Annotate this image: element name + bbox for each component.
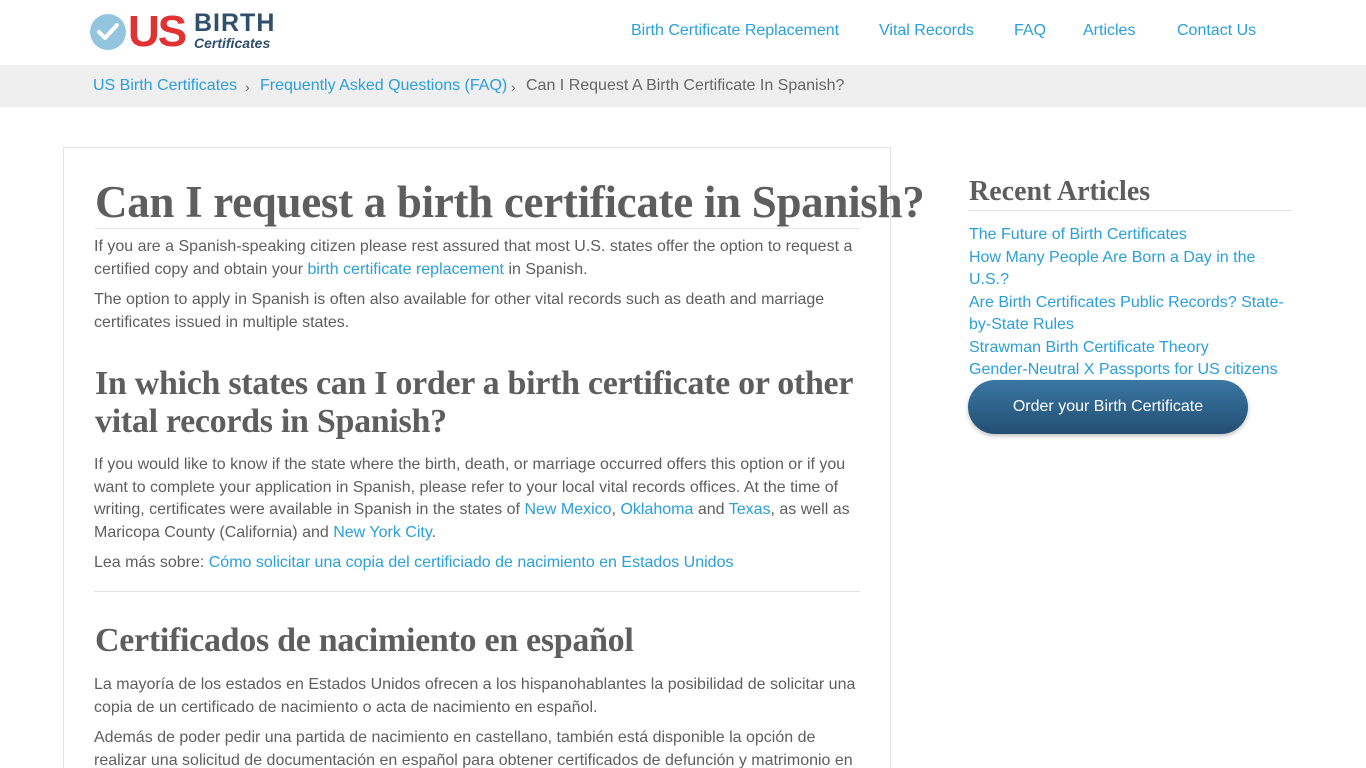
nav-articles[interactable]: Articles (1083, 21, 1135, 41)
nav-birth-certificate-replacement[interactable]: Birth Certificate Replacement (631, 21, 839, 41)
text: Lea más sobre: (94, 554, 209, 571)
page-title: Can I request a birth certificate in Spa… (95, 177, 925, 227)
recent-article-link[interactable]: Gender-Neutral X Passports for US citize… (969, 359, 1299, 382)
recent-article-link[interactable]: Strawman Birth Certificate Theory (969, 337, 1299, 360)
article-paragraph: La mayoría de los estados en Estados Uni… (94, 676, 856, 716)
text: . (431, 523, 437, 541)
recent-articles-list: The Future of Birth Certificates How Man… (969, 224, 1299, 382)
site-header: US BIRTH Certificates Birth Certificate … (0, 0, 1366, 65)
texas-link[interactable]: Texas (729, 501, 771, 518)
article-paragraph: If you would like to know if the state w… (94, 454, 864, 544)
order-birth-certificate-button[interactable]: Order your Birth Certificate (968, 380, 1248, 434)
recent-articles-title: Recent Articles (969, 176, 1151, 207)
sidebar-divider (969, 210, 1292, 211)
text: and (693, 501, 729, 518)
text: in Spanish. (504, 260, 588, 278)
breadcrumb-separator: › (511, 79, 516, 95)
breadcrumb: US Birth Certificates › Frequently Asked… (0, 65, 1366, 107)
section-heading-spanish: Certificados de nacimiento en español (95, 622, 634, 659)
new-york-city-link[interactable]: New York City (333, 524, 431, 541)
breadcrumb-faq[interactable]: Frequently Asked Questions (FAQ) (260, 76, 507, 96)
title-divider (95, 228, 860, 229)
nav-vital-records[interactable]: Vital Records (879, 21, 974, 41)
nav-contact-us[interactable]: Contact Us (1177, 21, 1256, 41)
section-heading-states: In which states can I order a birth cert… (95, 365, 853, 440)
article-paragraph: The option to apply in Spanish is often … (94, 291, 825, 331)
article-paragraph: If you are a Spanish-speaking citizen pl… (94, 236, 864, 281)
new-mexico-link[interactable]: New Mexico (524, 501, 611, 518)
birth-certificate-replacement-link[interactable]: birth certificate replacement (307, 261, 504, 278)
section-divider (94, 591, 860, 592)
oklahoma-link[interactable]: Oklahoma (620, 501, 693, 518)
nav-faq[interactable]: FAQ (1014, 21, 1046, 41)
recent-article-link[interactable]: Are Birth Certificates Public Records? S… (969, 292, 1284, 337)
recent-article-link[interactable]: How Many People Are Born a Day in the U.… (969, 247, 1299, 292)
article-paragraph: Además de poder pedir una partida de nac… (94, 729, 853, 768)
breadcrumb-current: Can I Request A Birth Certificate In Spa… (526, 77, 845, 94)
recent-article-link[interactable]: The Future of Birth Certificates (969, 224, 1299, 247)
breadcrumb-separator: › (245, 79, 250, 95)
spanish-article-link[interactable]: Cómo solicitar una copia del certificiad… (209, 554, 734, 571)
main-nav: Birth Certificate Replacement Vital Reco… (0, 21, 1366, 43)
breadcrumb-home[interactable]: US Birth Certificates (93, 76, 237, 96)
article-paragraph: Lea más sobre: Cómo solicitar una copia … (94, 552, 864, 575)
